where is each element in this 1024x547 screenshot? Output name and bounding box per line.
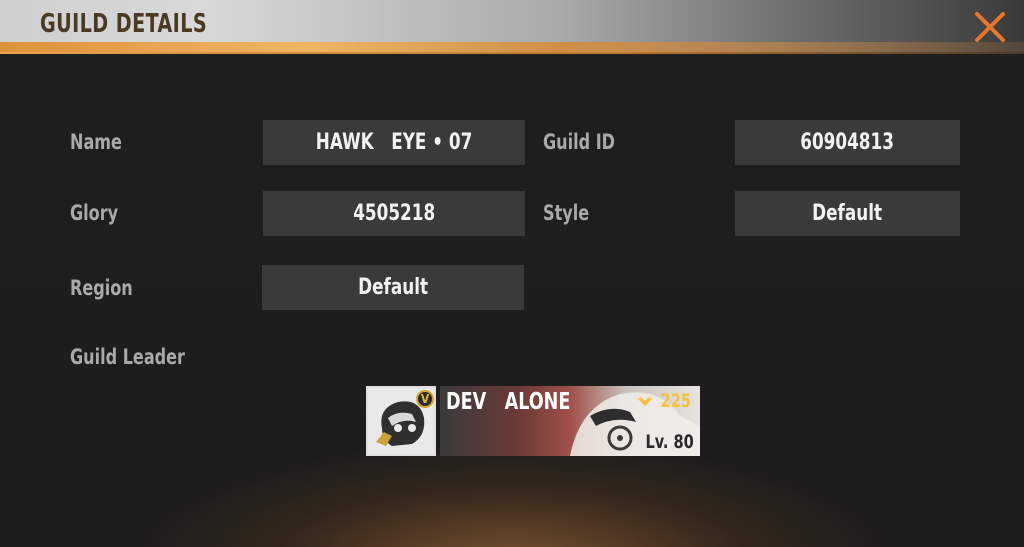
title-divider (0, 52, 1024, 54)
name-label: Name (70, 130, 122, 154)
glory-value: 4505218 (353, 201, 435, 226)
title-bar: GUILD DETAILS (0, 0, 1024, 52)
region-label: Region (70, 276, 133, 300)
close-icon (975, 12, 1005, 42)
leader-name: DEV ALONE (446, 389, 571, 415)
name-value: HAWK EYE • 07 (315, 130, 473, 155)
style-field: Default (735, 191, 960, 236)
guild-leader-card[interactable]: V DEV ALONE 225 Lv. 80 (366, 386, 700, 456)
region-value: Default (358, 275, 428, 300)
style-label: Style (543, 201, 590, 225)
close-button[interactable] (972, 9, 1008, 45)
region-field: Default (262, 265, 524, 310)
glory-label: Glory (70, 201, 119, 225)
style-value: Default (812, 201, 883, 226)
name-field: HAWK EYE • 07 (263, 120, 525, 165)
glory-field: 4505218 (263, 191, 525, 236)
guild-id-field: 60904813 (735, 120, 960, 165)
page-title: GUILD DETAILS (40, 9, 208, 39)
guild-id-label: Guild ID (543, 130, 616, 154)
likes-count: 225 (635, 390, 694, 412)
rank-badge-icon: V (416, 390, 434, 408)
guild-leader-label: Guild Leader (70, 345, 185, 369)
guild-id-value: 60904813 (800, 130, 895, 155)
leader-avatar[interactable]: V (366, 386, 436, 456)
likes-value: 225 (660, 390, 692, 412)
leader-banner[interactable]: DEV ALONE 225 Lv. 80 (440, 386, 700, 456)
leader-level: Lv. 80 (645, 431, 694, 453)
wings-icon (637, 395, 654, 406)
